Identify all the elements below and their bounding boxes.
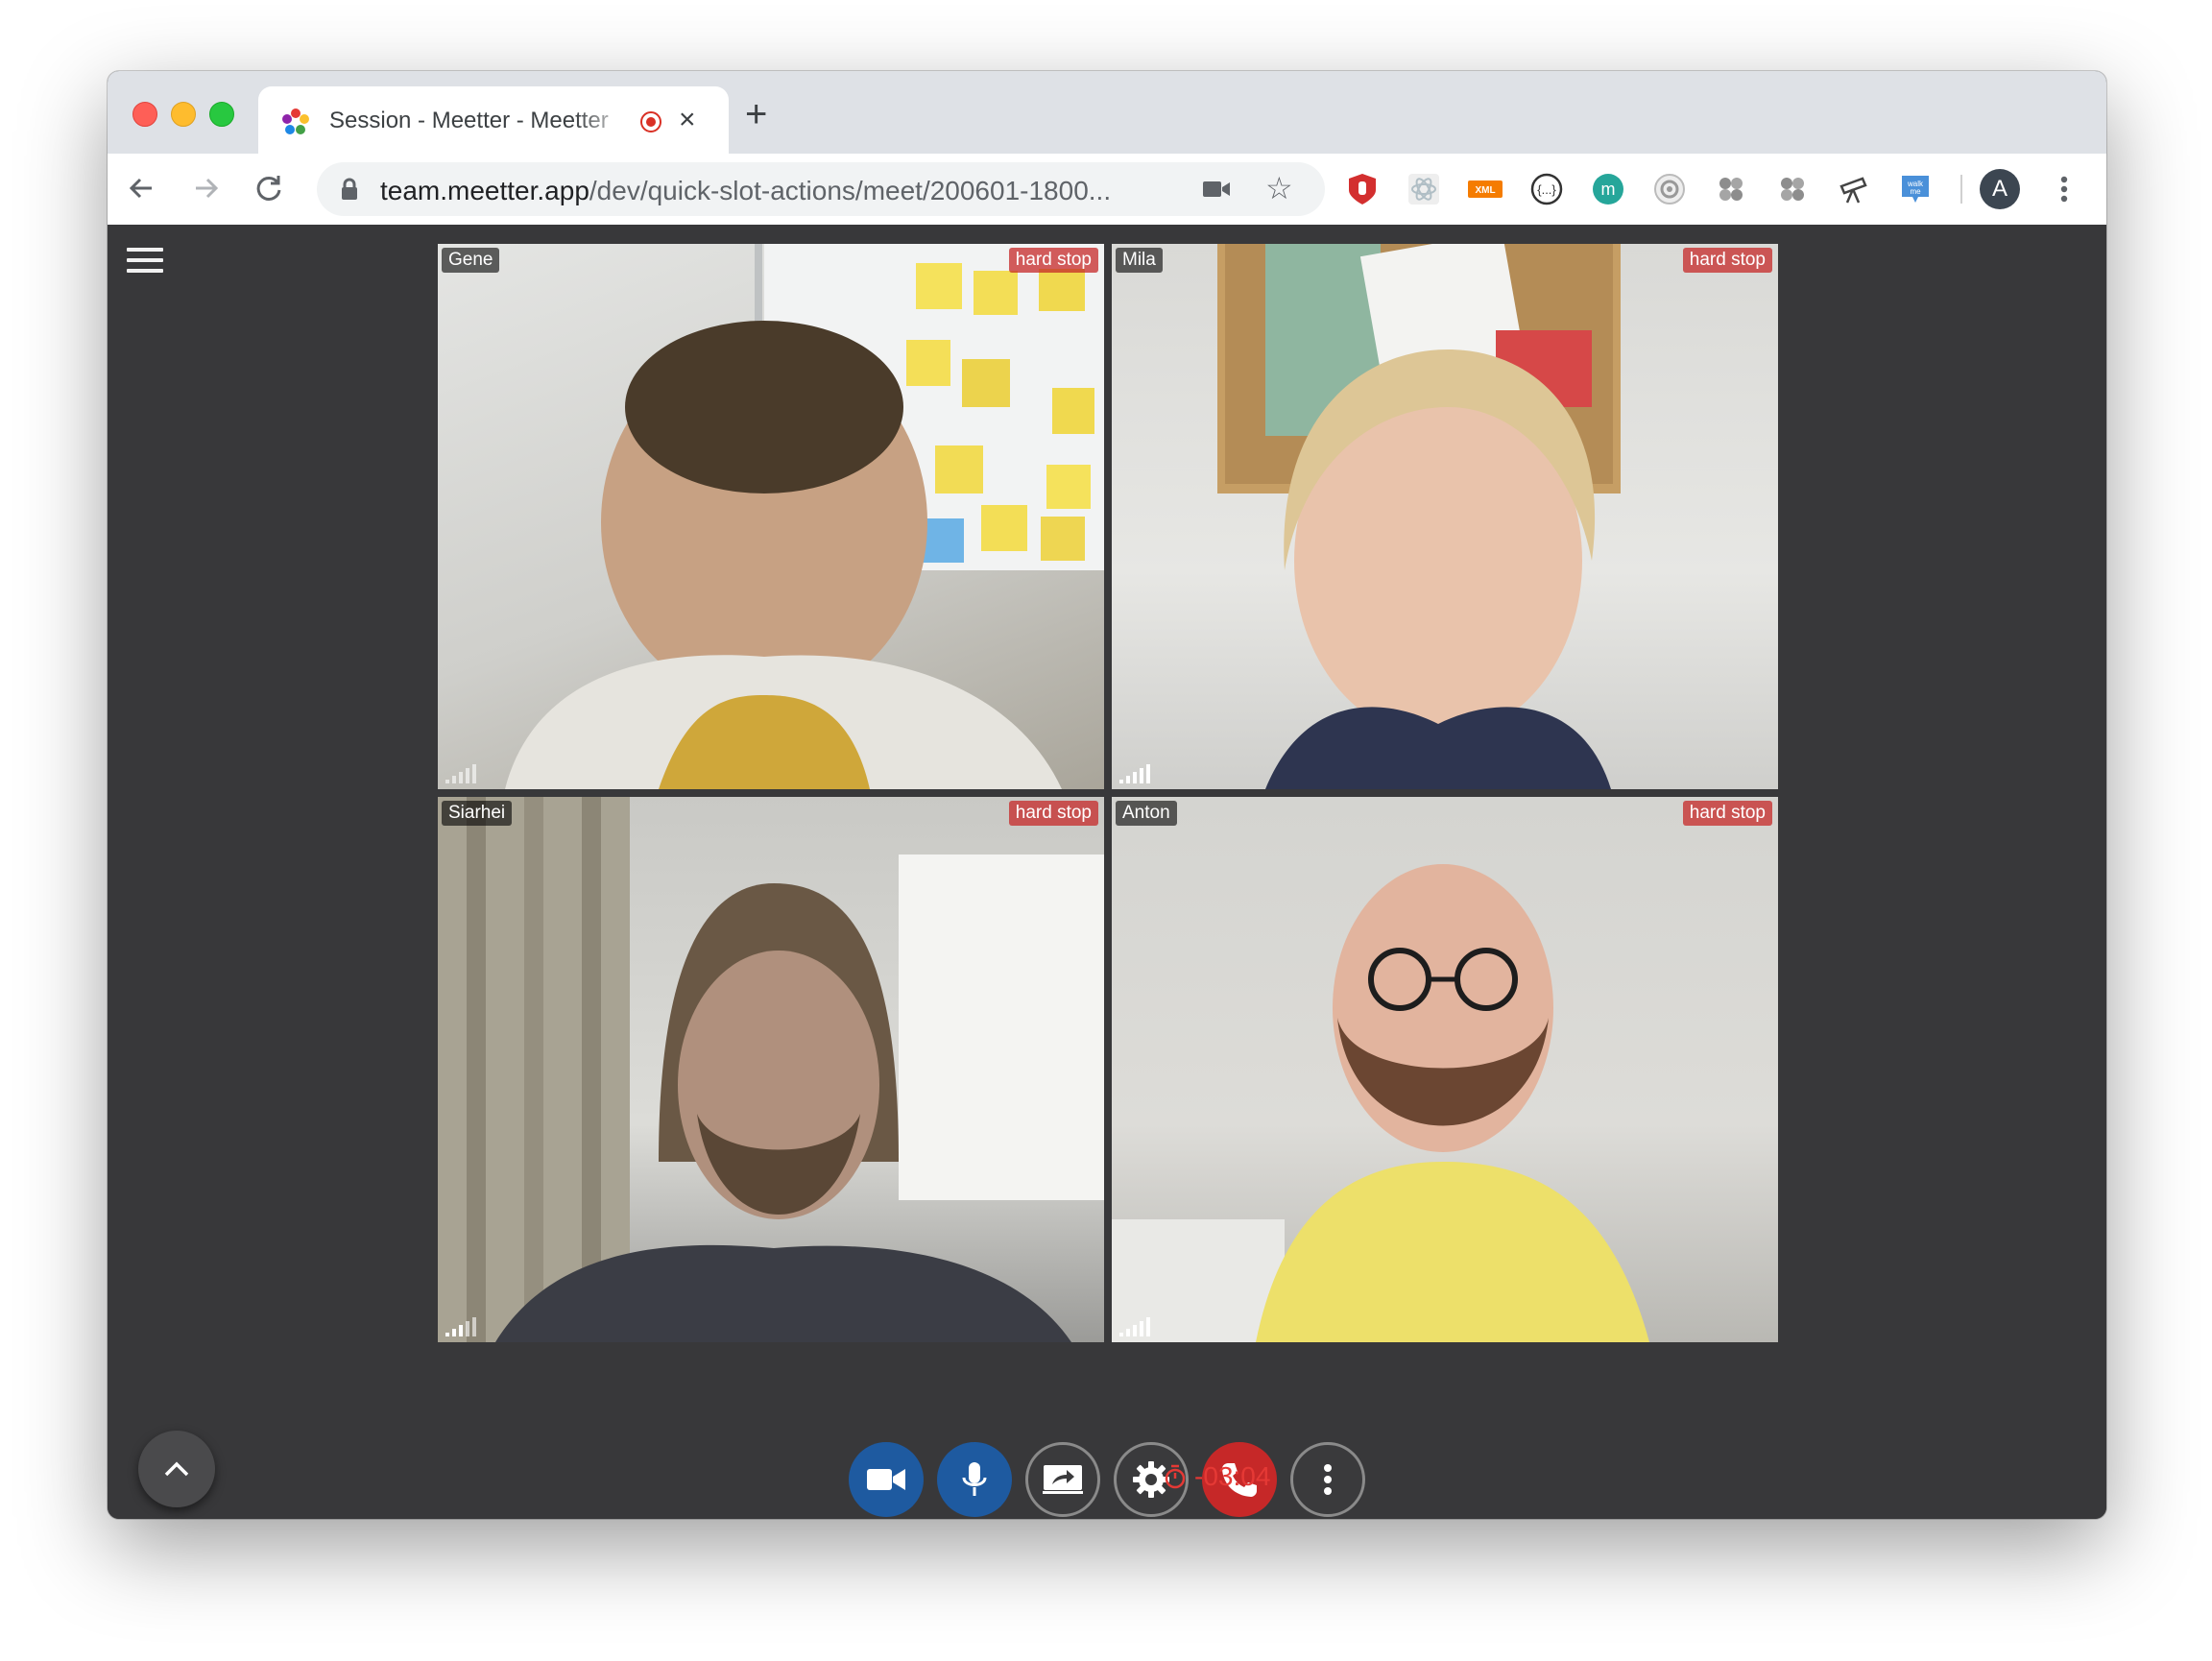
signal-strength-icon (445, 1317, 476, 1336)
puzzle-flower-icon-2[interactable] (1774, 171, 1811, 207)
reload-icon (256, 176, 281, 201)
video-camera-icon (867, 1469, 905, 1490)
participant-name: Anton (1116, 801, 1177, 826)
hard-stop-badge: hard stop (1682, 248, 1772, 273)
puzzle-flower-icon[interactable] (1713, 171, 1749, 207)
hard-stop-badge: hard stop (1008, 801, 1098, 826)
back-button[interactable] (123, 169, 161, 207)
camera-toggle-button[interactable] (849, 1442, 924, 1517)
participant-video-siarhei (438, 797, 1104, 1342)
share-screen-button[interactable] (1025, 1442, 1100, 1517)
browser-toolbar: team.meetter.app/dev/quick-slot-actions/… (108, 154, 2106, 226)
hard-stop-badge: hard stop (1008, 248, 1098, 273)
participant-name: Gene (442, 248, 500, 273)
reload-button[interactable] (250, 169, 288, 207)
participant-video-gene (505, 244, 1104, 789)
walkme-icon[interactable]: walk me (1897, 171, 1934, 207)
react-devtools-icon[interactable] (1406, 171, 1442, 207)
meetter-favicon-icon (282, 108, 309, 134)
forward-arrow-icon (196, 178, 219, 199)
new-tab-button[interactable]: + (745, 95, 767, 133)
video-tile-anton[interactable]: Anton hard stop (1112, 797, 1778, 1342)
ublock-icon[interactable] (1344, 171, 1381, 207)
camera-lens-icon[interactable] (1651, 171, 1688, 207)
meetter-m-icon[interactable]: m (1590, 171, 1626, 207)
timer-value: -03:04 (1194, 1461, 1271, 1491)
more-vertical-icon (1324, 1464, 1332, 1495)
xml-icon[interactable]: XML (1467, 171, 1503, 207)
chevron-up-icon (164, 1461, 189, 1477)
stopwatch-icon (1165, 1464, 1186, 1489)
svg-text:XML: XML (1475, 185, 1495, 196)
toolbar-divider (1960, 175, 1962, 204)
tab-session[interactable]: Session - Meetter - Meetter × (258, 86, 729, 154)
browser-menu-icon[interactable] (2055, 169, 2074, 209)
svg-text:m: m (1601, 180, 1616, 199)
meeting-view: Gene hard stop Mila hard stop Siarhei ha… (108, 225, 2106, 1519)
hamburger-menu-icon[interactable] (127, 248, 163, 275)
svg-text:me: me (1910, 187, 1921, 196)
url-text: team.meetter.app/dev/quick-slot-actions/… (380, 176, 1111, 206)
forward-button[interactable] (186, 169, 225, 207)
video-tile-mila[interactable]: Mila hard stop (1112, 244, 1778, 789)
address-bar[interactable]: team.meetter.app/dev/quick-slot-actions/… (317, 162, 1325, 216)
tab-strip: Session - Meetter - Meetter × + (108, 71, 2106, 154)
signal-strength-icon (1119, 764, 1150, 783)
recording-icon (640, 111, 661, 132)
participant-video-anton (1112, 864, 1649, 1342)
signal-strength-icon (445, 764, 476, 783)
scroll-up-button[interactable] (138, 1431, 215, 1507)
url-host: team.meetter.app (380, 176, 589, 205)
participant-name: Mila (1116, 248, 1163, 273)
participant-name: Siarhei (442, 801, 513, 826)
microphone-icon (962, 1462, 987, 1496)
share-screen-icon (1043, 1465, 1083, 1494)
json-icon[interactable]: {...} (1528, 171, 1565, 207)
close-window-button[interactable] (132, 102, 157, 127)
bookmark-star-icon[interactable]: ☆ (1265, 170, 1293, 206)
microphone-toggle-button[interactable] (937, 1442, 1012, 1517)
video-tile-siarhei[interactable]: Siarhei hard stop (438, 797, 1104, 1342)
telescope-icon[interactable] (1836, 171, 1872, 207)
signal-strength-icon (1119, 1317, 1150, 1336)
profile-avatar[interactable]: A (1980, 169, 2020, 209)
video-tile-gene[interactable]: Gene hard stop (438, 244, 1104, 789)
meeting-timer: -03:04 (1164, 1461, 1317, 1492)
camera-in-use-icon[interactable] (1202, 178, 1231, 201)
svg-text:{...}: {...} (1537, 182, 1556, 197)
close-tab-icon[interactable]: × (679, 104, 696, 136)
participant-video-mila (1217, 244, 1621, 789)
maximize-window-button[interactable] (209, 102, 234, 127)
url-path: /dev/quick-slot-actions/meet/200601-1800… (589, 176, 1112, 205)
minimize-window-button[interactable] (171, 102, 196, 127)
browser-window: Session - Meetter - Meetter × + team.mee… (108, 71, 2106, 1519)
hard-stop-badge: hard stop (1682, 801, 1772, 826)
tab-title-fade (575, 100, 633, 138)
back-arrow-icon (129, 178, 152, 199)
lock-icon (342, 178, 357, 200)
